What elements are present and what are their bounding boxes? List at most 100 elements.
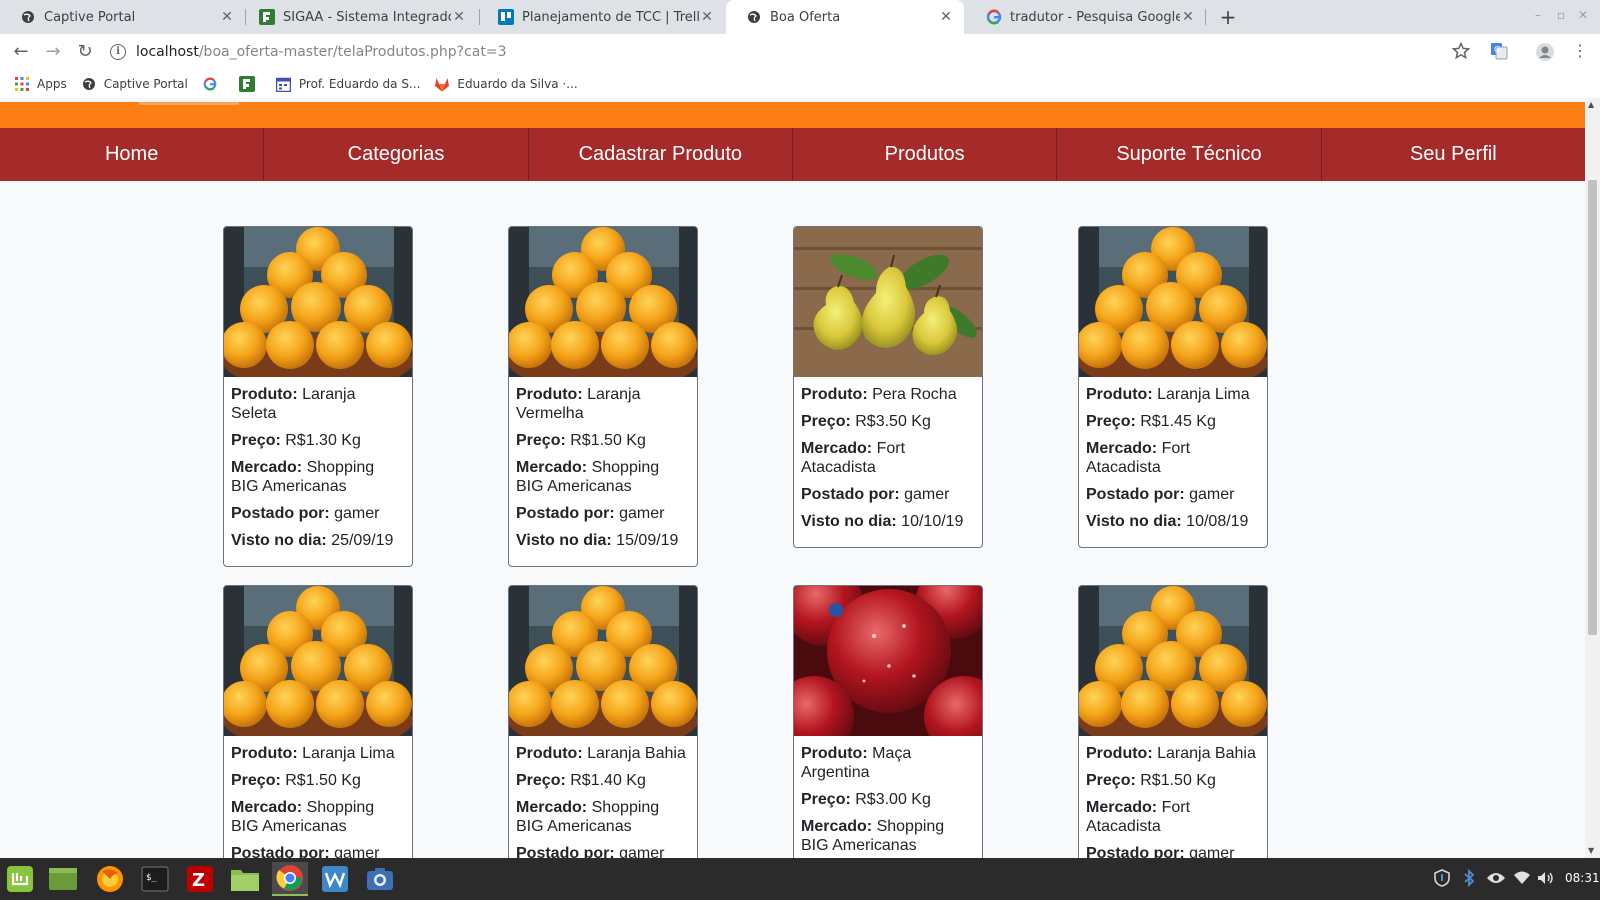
filezilla-icon[interactable]: Z — [182, 862, 218, 896]
bookmarks-bar: Apps Captive Portal Prof. Eduardo da S..… — [0, 70, 1600, 98]
product-name: Produto: Laranja Lima — [231, 745, 395, 762]
header-highlight — [139, 102, 239, 105]
product-price: Preço: R$1.50 Kg — [231, 772, 361, 789]
bookmark-captive-portal[interactable]: Captive Portal — [81, 76, 188, 92]
product-name: Produto: Laranja Lima — [1086, 386, 1250, 403]
product-market: Mercado: Shopping BIG Americanas — [516, 459, 660, 495]
close-icon[interactable]: ✕ — [1180, 9, 1196, 25]
menu-dots-icon[interactable]: ⋮ — [1570, 42, 1590, 62]
globe-icon — [81, 76, 97, 92]
bookmark-prof-eduardo[interactable]: Prof. Eduardo da S... — [276, 76, 421, 92]
star-icon[interactable] — [1451, 41, 1472, 62]
eye-icon[interactable] — [1486, 868, 1506, 888]
shield-icon[interactable] — [1432, 868, 1452, 888]
scroll-up-icon[interactable]: ▲ — [1588, 100, 1594, 109]
nav-cadastrar-produto[interactable]: Cadastrar Produto — [529, 128, 793, 181]
tab-sigaa[interactable]: SIGAA - Sistema Integrado de G ✕ — [247, 0, 477, 34]
product-card[interactable]: Produto: Laranja Lima Preço: R$1.45 Kg M… — [1078, 226, 1268, 548]
product-market: Mercado: Shopping BIG Americanas — [801, 818, 945, 854]
product-posted-by: Postado por: gamer — [516, 845, 665, 858]
nav-categorias[interactable]: Categorias — [264, 128, 529, 181]
bookmark-label: Eduardo da Silva ·... — [457, 77, 578, 91]
terminal-icon[interactable]: $_ — [137, 862, 173, 896]
product-seen-date: Visto no dia: 25/09/19 — [231, 532, 394, 549]
bookmark-eduardo-gitlab[interactable]: Eduardo da Silva ·... — [434, 76, 578, 92]
product-image-oranges — [1079, 227, 1267, 377]
apps-grid-icon — [14, 76, 30, 92]
show-desktop-icon[interactable] — [45, 862, 81, 896]
maximize-icon[interactable]: ▫ — [1557, 8, 1565, 22]
forward-icon[interactable]: → — [40, 39, 66, 65]
firefox-icon[interactable] — [92, 862, 128, 896]
nav-suporte-tecnico[interactable]: Suporte Técnico — [1057, 128, 1322, 181]
bookmark-label: Apps — [37, 77, 67, 91]
system-clock[interactable]: 08:31 — [1565, 871, 1600, 885]
bluetooth-icon[interactable] — [1459, 868, 1479, 888]
product-card[interactable]: Produto: Laranja Vermelha Preço: R$1.50 … — [508, 226, 698, 567]
chrome-icon[interactable] — [272, 862, 308, 896]
product-price: Preço: R$1.40 Kg — [516, 772, 646, 789]
nav-seu-perfil[interactable]: Seu Perfil — [1322, 128, 1585, 181]
product-posted-by: Postado por: gamer — [1086, 486, 1235, 503]
reload-icon[interactable]: ↻ — [72, 39, 98, 65]
google-icon — [202, 76, 218, 92]
browser-toolbar: ← → ↻ i localhost/boa_oferta-master/tela… — [0, 34, 1600, 70]
tab-title: tradutor - Pesquisa Google — [1010, 9, 1180, 25]
scrollbar-thumb[interactable] — [1588, 180, 1597, 635]
volume-icon[interactable] — [1536, 868, 1556, 888]
new-tab-button[interactable]: + — [1215, 4, 1241, 30]
product-seen-date: Visto no dia: 10/08/19 — [1086, 513, 1249, 530]
bookmark-label: Captive Portal — [103, 77, 188, 91]
files-icon[interactable] — [227, 862, 263, 896]
product-seen-date: Visto no dia: 10/10/19 — [801, 513, 964, 530]
translate-icon[interactable]: G — [1490, 42, 1510, 62]
mint-menu-icon[interactable] — [2, 862, 38, 896]
product-card[interactable]: Produto: Laranja Seleta Preço: R$1.30 Kg… — [223, 226, 413, 567]
close-window-icon[interactable]: ✕ — [1578, 8, 1588, 22]
product-market: Mercado: Shopping BIG Americanas — [516, 799, 660, 835]
product-card[interactable]: Produto: Laranja Bahia Preço: R$1.50 Kg … — [1078, 585, 1268, 858]
tab-google-search[interactable]: tradutor - Pesquisa Google ✕ — [966, 0, 1206, 34]
close-icon[interactable]: ✕ — [219, 9, 235, 25]
bookmark-google[interactable] — [202, 76, 225, 92]
product-posted-by: Postado por: gamer — [516, 505, 665, 522]
page-viewport: Home Categorias Cadastrar Produto Produt… — [0, 98, 1600, 858]
nav-produtos[interactable]: Produtos — [793, 128, 1058, 181]
globe-icon — [746, 9, 762, 25]
info-icon[interactable]: i — [110, 44, 126, 60]
product-card[interactable]: Produto: Laranja Bahia Preço: R$1.40 Kg … — [508, 585, 698, 858]
product-name: Produto: Laranja Vermelha — [516, 386, 641, 422]
tab-boa-oferta[interactable]: Boa Oferta ✕ — [726, 0, 964, 34]
profile-avatar-icon[interactable] — [1535, 42, 1555, 62]
mysql-workbench-icon[interactable] — [317, 862, 353, 896]
address-bar[interactable]: i localhost/boa_oferta-master/telaProdut… — [110, 37, 1480, 67]
tab-trello[interactable]: Planejamento de TCC | Trello ✕ — [480, 0, 725, 34]
product-card[interactable]: Produto: Maça Argentina Preço: R$3.00 Kg… — [793, 585, 983, 858]
svg-text:Z: Z — [192, 870, 205, 891]
wifi-icon[interactable] — [1512, 868, 1532, 888]
close-icon[interactable]: ✕ — [938, 9, 954, 25]
product-card[interactable]: Produto: Pera Rocha Preço: R$3.50 Kg Mer… — [793, 226, 983, 548]
back-icon[interactable]: ← — [8, 39, 34, 65]
product-price: Preço: R$3.50 Kg — [801, 413, 931, 430]
bookmark-apps[interactable]: Apps — [14, 76, 67, 92]
trello-icon — [498, 9, 514, 25]
product-price: Preço: R$1.50 Kg — [516, 432, 646, 449]
scroll-down-icon[interactable]: ▼ — [1588, 846, 1594, 855]
gitlab-icon — [434, 76, 450, 92]
product-card[interactable]: Produto: Laranja Lima Preço: R$1.50 Kg M… — [223, 585, 413, 858]
close-icon[interactable]: ✕ — [451, 9, 467, 25]
page-scrollbar[interactable]: ▲ ▼ — [1585, 98, 1600, 858]
close-icon[interactable]: ✕ — [699, 9, 715, 25]
minimize-icon[interactable]: – — [1535, 8, 1541, 22]
bookmark-label: Prof. Eduardo da S... — [298, 77, 421, 91]
product-name: Produto: Pera Rocha — [801, 386, 957, 403]
screenshot-icon[interactable] — [362, 862, 398, 896]
product-image-oranges — [509, 227, 697, 377]
bookmark-sigaa[interactable] — [238, 76, 262, 92]
calendar-icon — [276, 76, 292, 92]
tab-captive-portal[interactable]: Captive Portal ✕ — [0, 0, 245, 34]
nav-home[interactable]: Home — [0, 128, 265, 181]
product-image-oranges — [1079, 586, 1267, 736]
product-price: Preço: R$1.45 Kg — [1086, 413, 1216, 430]
